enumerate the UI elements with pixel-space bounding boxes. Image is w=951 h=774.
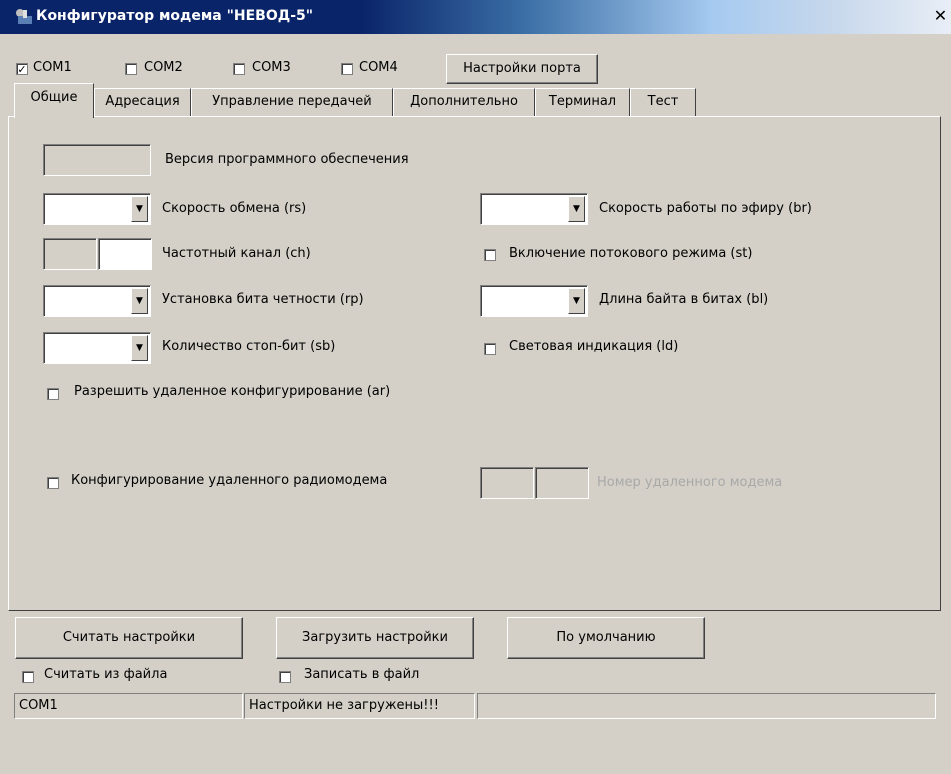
led-indication-label: Световая индикация (ld) — [509, 339, 679, 354]
app-icon — [16, 9, 32, 24]
status-message: Настройки не загружены!!! — [244, 693, 475, 719]
frequency-channel-label: Частотный канал (ch) — [162, 246, 311, 261]
tab-general[interactable]: Общие — [14, 83, 94, 118]
channel-field-1[interactable] — [43, 238, 97, 270]
window-title: Конфигуратор модема "НЕВОД-5" — [36, 8, 314, 24]
chevron-down-icon[interactable]: ▼ — [568, 196, 585, 222]
read-from-file-label: Считать из файла — [44, 667, 168, 682]
allow-remote-config-label: Разрешить удаленное конфигурирование (ar… — [74, 384, 391, 399]
parity-label: Установка бита четности (rp) — [162, 292, 364, 307]
com1-checkbox[interactable]: ✓ — [16, 63, 28, 75]
com2-label: COM2 — [144, 60, 183, 75]
write-to-file-checkbox[interactable] — [279, 671, 291, 683]
chevron-down-icon[interactable]: ▼ — [568, 288, 585, 314]
air-speed-label: Скорость работы по эфиру (br) — [599, 201, 812, 216]
status-extra — [477, 693, 936, 719]
parity-select[interactable]: ▼ — [43, 285, 151, 317]
byte-length-select[interactable]: ▼ — [480, 285, 588, 317]
byte-length-label: Длина байта в битах (bl) — [599, 292, 769, 307]
chevron-down-icon[interactable]: ▼ — [131, 335, 148, 361]
port-settings-button[interactable]: Настройки порта — [446, 54, 598, 84]
remote-modem-number-field-2 — [535, 467, 589, 499]
firmware-version-label: Версия программного обеспечения — [165, 152, 409, 167]
stop-bits-label: Количество стоп-бит (sb) — [162, 339, 336, 354]
remote-modem-number-label: Номер удаленного модема — [597, 475, 783, 490]
status-port: COM1 — [14, 693, 243, 719]
remote-modem-number-field-1 — [480, 467, 534, 499]
exchange-speed-select[interactable]: ▼ — [43, 193, 151, 225]
stream-mode-label: Включение потокового режима (st) — [509, 246, 753, 261]
check-icon: ✓ — [17, 63, 27, 76]
stop-bits-select[interactable]: ▼ — [43, 332, 151, 364]
com4-label: COM4 — [359, 60, 398, 75]
com3-label: COM3 — [252, 60, 291, 75]
read-settings-button[interactable]: Считать настройки — [15, 617, 243, 659]
exchange-speed-label: Скорость обмена (rs) — [162, 201, 307, 216]
remote-modem-config-label: Конфигурирование удаленного радиомодема — [71, 473, 388, 488]
remote-modem-config-checkbox[interactable] — [47, 477, 59, 489]
allow-remote-config-checkbox[interactable] — [47, 388, 59, 400]
com4-checkbox[interactable] — [341, 63, 353, 75]
led-indication-checkbox[interactable] — [484, 343, 496, 355]
air-speed-select[interactable]: ▼ — [480, 193, 588, 225]
tab-additional[interactable]: Дополнительно — [393, 88, 535, 116]
channel-field-2[interactable] — [98, 238, 152, 270]
stream-mode-checkbox[interactable] — [484, 249, 496, 261]
com2-checkbox[interactable] — [125, 63, 137, 75]
title-bar: Конфигуратор модема "НЕВОД-5" ✕ — [0, 0, 951, 34]
tab-test[interactable]: Тест — [630, 88, 696, 116]
firmware-version-field — [43, 144, 151, 176]
close-icon[interactable]: ✕ — [930, 4, 951, 28]
com3-checkbox[interactable] — [233, 63, 245, 75]
read-from-file-checkbox[interactable] — [22, 671, 34, 683]
tab-addressing[interactable]: Адресация — [94, 88, 191, 116]
chevron-down-icon[interactable]: ▼ — [131, 288, 148, 314]
chevron-down-icon[interactable]: ▼ — [131, 196, 148, 222]
write-to-file-label: Записать в файл — [304, 667, 420, 682]
tab-terminal[interactable]: Терминал — [535, 88, 630, 116]
com1-label: COM1 — [33, 60, 72, 75]
load-settings-button[interactable]: Загрузить настройки — [276, 617, 474, 659]
defaults-button[interactable]: По умолчанию — [507, 617, 705, 659]
tab-transmission-control[interactable]: Управление передачей — [191, 88, 393, 116]
